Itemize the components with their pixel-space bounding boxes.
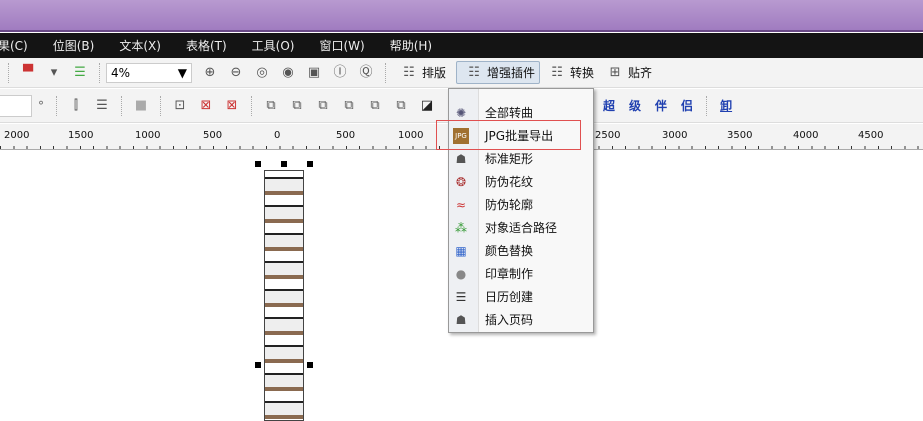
ruler-label: 3000 <box>662 130 688 141</box>
rect-icon: ☗ <box>455 151 467 166</box>
ruler-label: 500 <box>336 130 356 141</box>
zoom-out-icon[interactable]: ⊖ <box>228 65 244 81</box>
mirror-horizontal-icon[interactable]: ⫿ <box>68 98 84 114</box>
menu-item-page-number[interactable]: ☗ 插入页码 <box>449 308 595 331</box>
menu-item-calendar[interactable]: ☰ 日历创建 <box>449 285 595 308</box>
color-icon: ▦ <box>455 243 467 258</box>
zoom-in-icon[interactable]: ⊕ <box>202 65 218 81</box>
menu-item-fit-to-path[interactable]: ⁂ 对象适合路径 <box>449 216 595 239</box>
selection-handle[interactable] <box>281 161 287 167</box>
selection-handle[interactable] <box>255 362 261 368</box>
calendar-icon: ☰ <box>455 289 467 304</box>
weld-icon[interactable]: ⧉ <box>263 98 279 114</box>
zoom-width-icon[interactable]: Ⓠ <box>358 65 374 81</box>
chevron-down-icon: ▼ <box>177 65 187 80</box>
checklist-icon[interactable]: ☰ <box>72 65 88 81</box>
convert-icon: ☷ <box>551 64 563 80</box>
plugin-uninstall-link[interactable]: 卸 <box>720 97 732 114</box>
menu-help[interactable]: 帮助(H) <box>390 37 432 54</box>
plugin-link-super[interactable]: 超 <box>603 97 615 114</box>
ruler-label: 3500 <box>727 130 753 141</box>
plugin-link-level[interactable]: 级 <box>629 97 641 114</box>
ruler-label: 2500 <box>595 130 621 141</box>
snap-icon: ⊞ <box>609 64 621 80</box>
menu-tools[interactable]: 工具(O) <box>252 37 295 54</box>
degree-label: ° <box>38 98 44 113</box>
menu-table[interactable]: 表格(T) <box>186 37 227 54</box>
highlight-box <box>436 120 581 150</box>
ruler-label: 1500 <box>68 130 94 141</box>
page-number-icon: ☗ <box>455 312 467 327</box>
zoom-selection-icon[interactable]: ◎ <box>254 65 270 81</box>
menu-item-standard-rect[interactable]: ☗ 标准矩形 <box>449 147 595 170</box>
ruler-label: 2000 <box>4 130 30 141</box>
ruler-label: 4500 <box>858 130 884 141</box>
standard-toolbar: ▀ ▾ ☰ 4% ▼ ⊕ ⊖ ◎ ◉ ▣ Ⓘ Ⓠ ☷ 排版 ☷ 增强插件 ☷ 转换 ⊞ 贴… <box>0 58 923 88</box>
curve-icon: ✺ <box>455 105 467 120</box>
convert-button[interactable]: ☷ 转换 <box>540 62 598 83</box>
menu-bitmap[interactable]: 位图(B) <box>53 37 95 54</box>
snap-button[interactable]: ⊞ 贴齐 <box>598 62 656 83</box>
zoom-level-select[interactable]: 4% ▼ <box>106 62 192 83</box>
ruler-label: 500 <box>203 130 223 141</box>
selected-image-strip[interactable] <box>264 170 304 421</box>
publish-icon[interactable]: ▀ <box>20 65 36 81</box>
mirror-vertical-icon[interactable]: ☰ <box>94 98 110 114</box>
trim-icon[interactable]: ⧉ <box>289 98 305 114</box>
pattern-icon: ❂ <box>455 174 467 189</box>
menu-text[interactable]: 文本(X) <box>119 37 161 54</box>
ungroup-all-icon[interactable]: ⊠ <box>224 98 240 114</box>
layout-button[interactable]: ☷ 排版 <box>392 62 450 83</box>
ruler-label: 1000 <box>398 130 424 141</box>
selection-handle[interactable] <box>307 362 313 368</box>
stamp-icon: ● <box>455 266 467 281</box>
plugin-button[interactable]: ☷ 增强插件 <box>456 61 541 84</box>
menu-effects[interactable]: 果(C) <box>0 37 28 54</box>
plugin-link-partner[interactable]: 伴 <box>655 97 667 114</box>
front-minus-back-icon[interactable]: ⧉ <box>367 98 383 114</box>
group-icon[interactable]: ⊡ <box>172 98 188 114</box>
menu-item-color-replace[interactable]: ▦ 颜色替换 <box>449 239 595 262</box>
menu-bar: 果(C) 位图(B) 文本(X) 表格(T) 工具(O) 窗口(W) 帮助(H) <box>0 33 923 58</box>
plugin-icon: ☷ <box>468 64 480 80</box>
zoom-page-icon[interactable]: ▣ <box>306 65 322 81</box>
intersect-icon[interactable]: ⧉ <box>315 98 331 114</box>
boundary-icon[interactable]: ◪ <box>419 98 435 114</box>
menu-item-security-pattern[interactable]: ❂ 防伪花纹 <box>449 170 595 193</box>
menu-window[interactable]: 窗口(W) <box>319 37 364 54</box>
simplify-icon[interactable]: ⧉ <box>341 98 357 114</box>
combine-icon[interactable]: ■ <box>133 98 149 114</box>
zoom-height-icon[interactable]: Ⓘ <box>332 65 348 81</box>
ruler-label: 4000 <box>793 130 819 141</box>
selection-handle[interactable] <box>255 161 261 167</box>
menu-item-stamp[interactable]: ● 印章制作 <box>449 262 595 285</box>
menu-item-security-outline[interactable]: ≈ 防伪轮廓 <box>449 193 595 216</box>
back-minus-front-icon[interactable]: ⧉ <box>393 98 409 114</box>
ruler-label: 1000 <box>135 130 161 141</box>
ruler-label: 0 <box>274 130 281 141</box>
layout-icon: ☷ <box>403 64 415 80</box>
dropdown-arrow-icon[interactable]: ▾ <box>46 65 62 81</box>
window-titlebar-area <box>0 0 923 32</box>
wave-icon: ≈ <box>455 197 467 212</box>
plugin-link-companion[interactable]: 侣 <box>681 97 693 114</box>
zoom-all-icon[interactable]: ◉ <box>280 65 296 81</box>
selection-handle[interactable] <box>307 161 313 167</box>
path-icon: ⁂ <box>455 220 467 235</box>
ungroup-icon[interactable]: ⊠ <box>198 98 214 114</box>
rotation-input[interactable] <box>0 94 32 117</box>
